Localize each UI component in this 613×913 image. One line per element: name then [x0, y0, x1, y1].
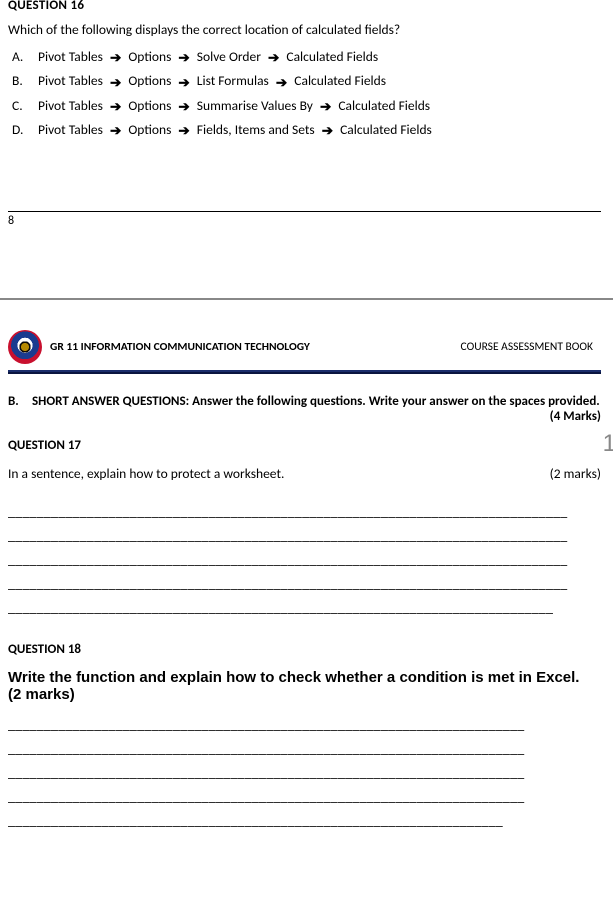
answer-line: ________________________________________… — [8, 596, 601, 620]
section-b-header: B. SHORT ANSWER QUESTIONS: Answer the fo… — [8, 394, 601, 424]
answer-line: ________________________________________… — [8, 761, 601, 785]
option-a-label: A. — [12, 48, 38, 65]
option-c-label: C. — [12, 97, 38, 114]
arrow-icon: ➔ — [110, 74, 121, 91]
arrow-icon: ➔ — [320, 98, 331, 115]
answer-line: ________________________________________… — [8, 737, 601, 761]
answer-line: ________________________________________… — [8, 572, 601, 596]
section-b-text: SHORT ANSWER QUESTIONS: Answer the follo… — [32, 394, 600, 409]
answer-line: ________________________________________… — [8, 809, 601, 833]
arrow-icon: ➔ — [276, 74, 287, 91]
arrow-icon: ➔ — [178, 98, 189, 115]
arrow-icon: ➔ — [268, 49, 279, 66]
opt-d-seg-4: Calculated Fields — [340, 121, 432, 138]
answer-line: ________________________________________… — [8, 500, 601, 524]
question-18-heading: QUESTION 18 — [8, 642, 601, 657]
arrow-icon: ➔ — [110, 49, 121, 66]
option-c: C. Pivot Tables ➔ Options ➔ Summarise Va… — [12, 97, 601, 115]
opt-c-seg-2: Options — [128, 97, 171, 114]
option-d-label: D. — [12, 121, 38, 138]
question-16-heading: QUESTION 16 — [8, 0, 601, 13]
answer-line: ________________________________________… — [8, 548, 601, 572]
option-a: A. Pivot Tables ➔ Options ➔ Solve Order … — [12, 48, 601, 66]
opt-b-seg-4: Calculated Fields — [294, 72, 386, 89]
option-a-text: Pivot Tables ➔ Options ➔ Solve Order ➔ C… — [38, 48, 601, 66]
opt-d-seg-1: Pivot Tables — [38, 121, 103, 138]
question-17-heading: QUESTION 17 — [8, 438, 601, 453]
answer-line: ________________________________________… — [8, 713, 601, 737]
answer-line: ________________________________________… — [8, 524, 601, 548]
arrow-icon: ➔ — [322, 122, 333, 139]
arrow-icon: ➔ — [178, 49, 189, 66]
opt-b-seg-1: Pivot Tables — [38, 72, 103, 89]
opt-c-seg-4: Calculated Fields — [338, 97, 430, 114]
opt-a-seg-1: Pivot Tables — [38, 48, 103, 65]
opt-a-seg-3: Solve Order — [197, 48, 261, 65]
opt-b-seg-3: List Formulas — [197, 72, 269, 89]
question-17-marks: (2 marks) — [538, 465, 601, 482]
page-number: 8 — [8, 214, 601, 228]
question-18-prompt: Write the function and explain how to ch… — [8, 669, 601, 703]
answer-line: ________________________________________… — [8, 785, 601, 809]
option-c-text: Pivot Tables ➔ Options ➔ Summarise Value… — [38, 97, 601, 115]
margin-glyph: 1 — [603, 430, 613, 458]
school-logo-icon — [8, 330, 42, 364]
arrow-icon: ➔ — [178, 74, 189, 91]
option-b-label: B. — [12, 72, 38, 89]
page-break-divider — [0, 298, 613, 300]
course-name: GR 11 INFORMATION COMMUNICATION TECHNOLO… — [50, 340, 310, 354]
page-header: GR 11 INFORMATION COMMUNICATION TECHNOLO… — [8, 330, 601, 364]
opt-d-seg-3: Fields, Items and Sets — [197, 121, 315, 138]
section-b-marks: (4 Marks) — [550, 409, 601, 424]
arrow-icon: ➔ — [178, 122, 189, 139]
opt-a-seg-2: Options — [128, 48, 171, 65]
section-b-label: B. — [8, 394, 32, 424]
book-label: COURSE ASSESSMENT BOOK — [461, 340, 593, 354]
question-16-options: A. Pivot Tables ➔ Options ➔ Solve Order … — [8, 48, 601, 139]
opt-c-seg-3: Summarise Values By — [197, 97, 313, 114]
opt-b-seg-2: Options — [128, 72, 171, 89]
opt-c-seg-1: Pivot Tables — [38, 97, 103, 114]
option-b-text: Pivot Tables ➔ Options ➔ List Formulas ➔… — [38, 72, 601, 90]
question-17-prompt: In a sentence, explain how to protect a … — [8, 465, 538, 482]
arrow-icon: ➔ — [110, 122, 121, 139]
question-16-prompt: Which of the following displays the corr… — [8, 21, 601, 38]
opt-a-seg-4: Calculated Fields — [286, 48, 378, 65]
option-d-text: Pivot Tables ➔ Options ➔ Fields, Items a… — [38, 121, 601, 139]
option-b: B. Pivot Tables ➔ Options ➔ List Formula… — [12, 72, 601, 90]
header-rule — [8, 370, 601, 374]
arrow-icon: ➔ — [110, 98, 121, 115]
footer-rule — [8, 211, 601, 212]
opt-d-seg-2: Options — [128, 121, 171, 138]
option-d: D. Pivot Tables ➔ Options ➔ Fields, Item… — [12, 121, 601, 139]
